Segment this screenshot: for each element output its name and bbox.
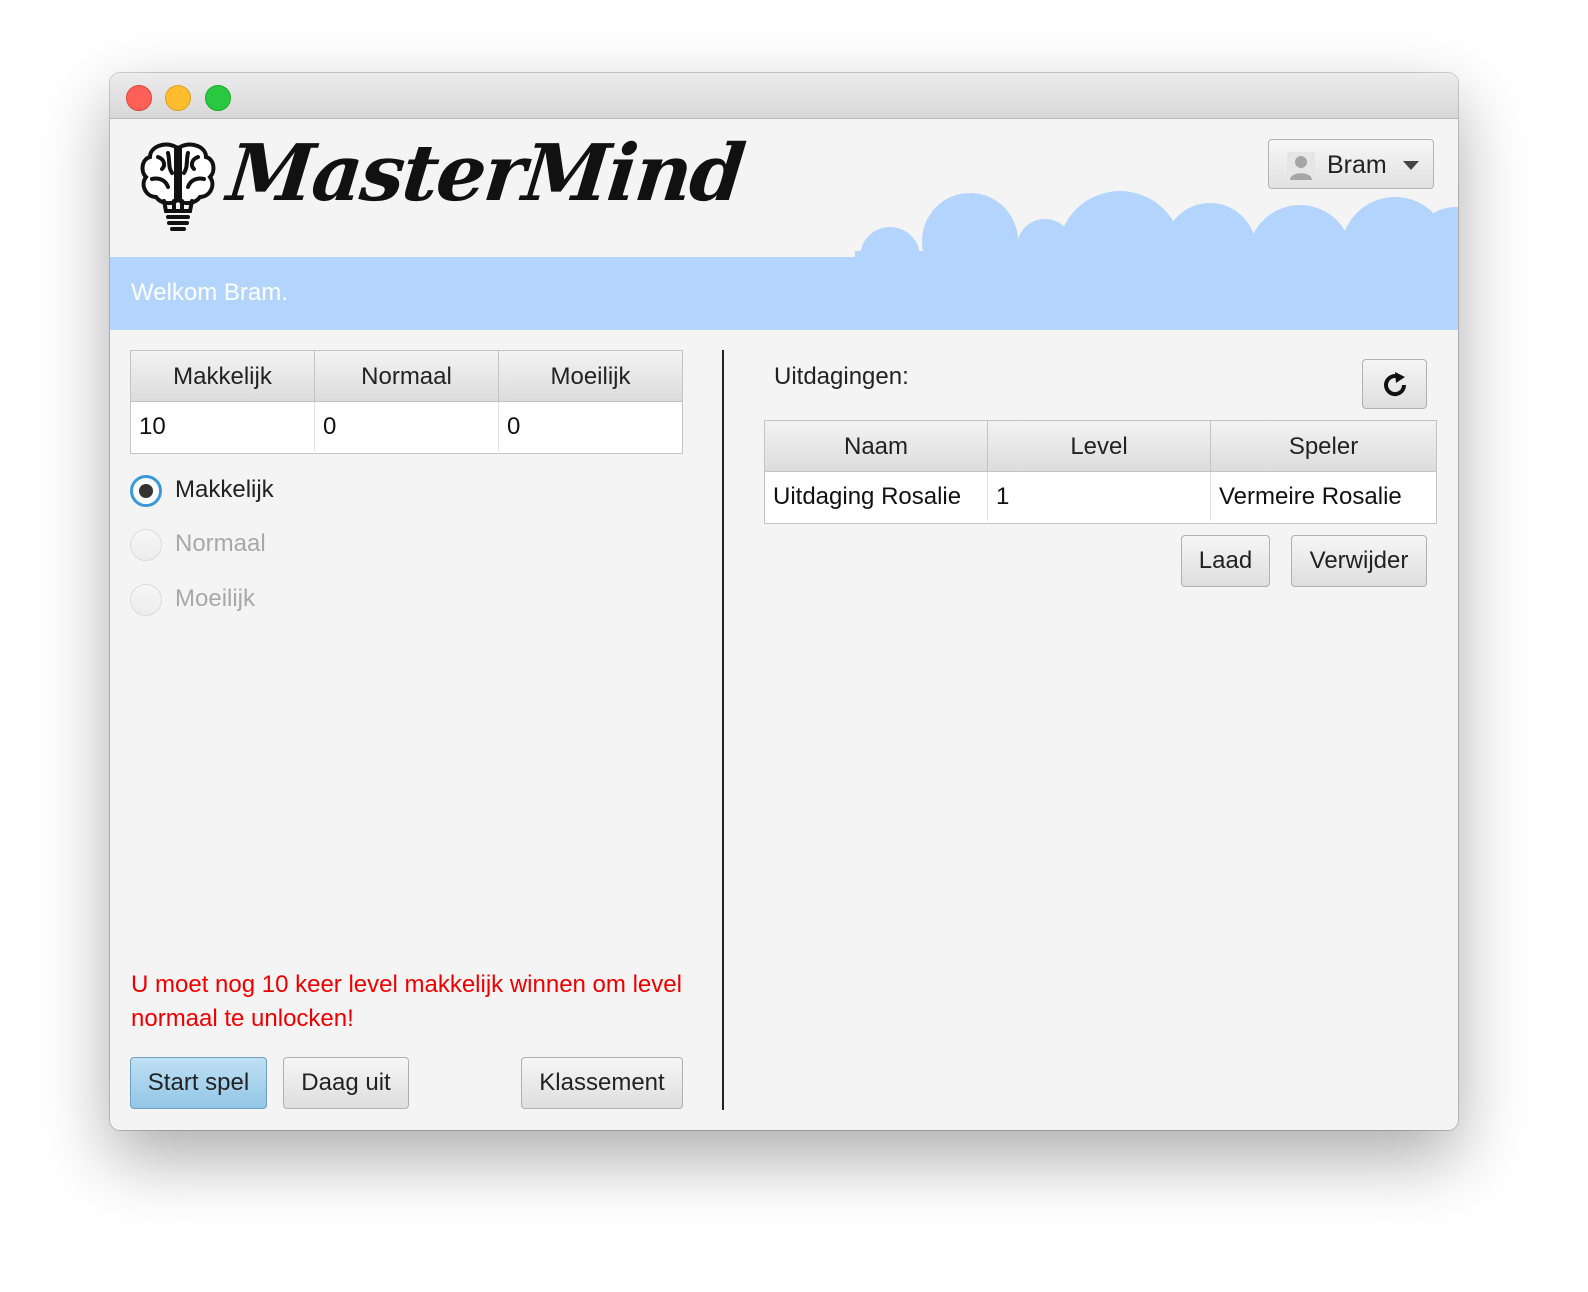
challenges-header-naam[interactable]: Naam bbox=[765, 421, 988, 472]
clouds-decoration bbox=[855, 191, 1458, 259]
levels-cell-moeilijk[interactable]: 0 bbox=[499, 402, 682, 451]
unlock-warning: U moet nog 10 keer level makkelijk winne… bbox=[131, 971, 682, 1032]
start-game-button[interactable]: Start spel bbox=[130, 1057, 267, 1109]
title-bar bbox=[110, 73, 1458, 119]
challenge-cell-level[interactable]: 1 bbox=[988, 472, 1211, 521]
levels-header-normaal[interactable]: Normaal bbox=[315, 351, 499, 402]
radio-label: Moeilijk bbox=[175, 585, 256, 612]
challenge-cell-speler[interactable]: Vermeire Rosalie bbox=[1211, 472, 1436, 521]
levels-header-makkelijk[interactable]: Makkelijk bbox=[131, 351, 315, 402]
load-button[interactable]: Laad bbox=[1181, 535, 1270, 587]
levels-header-moeilijk[interactable]: Moeilijk bbox=[499, 351, 682, 402]
close-window-button[interactable] bbox=[126, 85, 152, 111]
delete-button[interactable]: Verwijder bbox=[1291, 535, 1427, 587]
challenges-header-level[interactable]: Level bbox=[988, 421, 1211, 472]
app-window: MasterMind Bram Welkom Bram. Makkelijk N… bbox=[110, 73, 1458, 1130]
minimize-window-button[interactable] bbox=[165, 85, 191, 111]
challenges-table: Naam Level Speler Uitdaging Rosalie 1 Ve… bbox=[764, 420, 1437, 524]
panel-divider bbox=[722, 350, 724, 1110]
ranking-button[interactable]: Klassement bbox=[521, 1057, 683, 1109]
challenge-button[interactable]: Daag uit bbox=[283, 1057, 409, 1109]
brain-bulb-icon bbox=[140, 142, 216, 231]
refresh-icon bbox=[1384, 372, 1407, 397]
app-header: MasterMind Bram bbox=[110, 119, 1458, 259]
app-logo: MasterMind bbox=[223, 128, 748, 219]
radio-label: Normaal bbox=[175, 530, 266, 557]
radio-indicator bbox=[130, 529, 162, 561]
levels-cell-normaal[interactable]: 0 bbox=[315, 402, 499, 451]
radio-label: Makkelijk bbox=[175, 476, 274, 503]
user-name: Bram bbox=[1327, 151, 1387, 179]
levels-table: Makkelijk Normaal Moeilijk 10 0 0 bbox=[130, 350, 683, 454]
zoom-window-button[interactable] bbox=[205, 85, 231, 111]
challenges-header-speler[interactable]: Speler bbox=[1211, 421, 1436, 472]
user-menu-button[interactable]: Bram bbox=[1268, 139, 1434, 189]
challenge-cell-naam[interactable]: Uitdaging Rosalie bbox=[765, 472, 988, 521]
welcome-text: Welkom Bram. bbox=[131, 279, 288, 306]
welcome-banner: Welkom Bram. bbox=[110, 257, 1458, 330]
challenges-label: Uitdagingen: bbox=[774, 363, 909, 390]
radio-indicator bbox=[130, 475, 162, 507]
user-icon bbox=[1287, 152, 1315, 180]
chevron-down-icon bbox=[1403, 161, 1419, 170]
refresh-button[interactable] bbox=[1362, 359, 1427, 409]
levels-cell-makkelijk[interactable]: 10 bbox=[131, 402, 315, 451]
radio-indicator bbox=[130, 584, 162, 616]
